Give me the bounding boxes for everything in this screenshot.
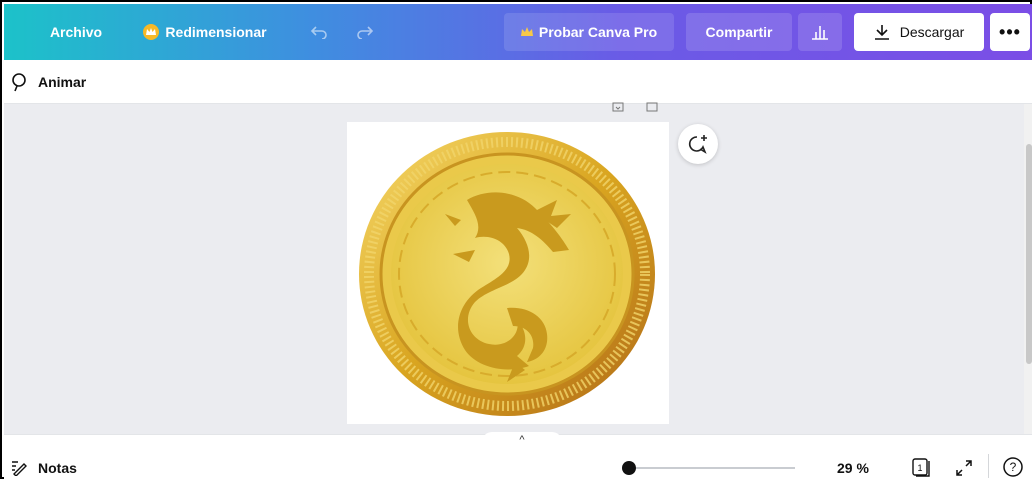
share-label: Compartir (705, 24, 773, 40)
help-icon[interactable]: ? (1002, 456, 1024, 478)
stats-button[interactable] (798, 13, 842, 51)
add-comment-button[interactable] (678, 124, 718, 164)
try-pro-button[interactable]: Probar Canva Pro (504, 13, 674, 51)
pages-icon[interactable]: 1 (911, 456, 933, 478)
zoom-value[interactable]: 29 % (837, 460, 869, 476)
stats-icon (812, 26, 828, 40)
crown-icon (143, 24, 160, 40)
collapse-pages-button[interactable]: ^ (482, 432, 562, 448)
more-icon: ••• (999, 21, 1021, 42)
svg-text:?: ? (1010, 460, 1017, 474)
zoom-slider-handle[interactable] (622, 461, 636, 475)
crown-icon (520, 27, 533, 36)
comment-add-icon (688, 135, 707, 154)
redo-icon (357, 26, 374, 39)
app-window: Archivo Redimensionar Probar Canva Pro C… (0, 0, 1032, 479)
scrollbar-thumb[interactable] (1026, 144, 1032, 364)
top-toolbar: Archivo Redimensionar Probar Canva Pro C… (4, 4, 1032, 60)
download-label: Descargar (899, 24, 965, 40)
undo-icon (310, 26, 327, 39)
animate-icon (12, 73, 26, 92)
context-toolbar: Animar (4, 60, 1032, 104)
vertical-scrollbar[interactable] (1024, 104, 1032, 434)
zoom-slider-track[interactable] (629, 467, 795, 469)
try-pro-label: Probar Canva Pro (538, 24, 658, 40)
chevron-up-icon: ^ (519, 434, 525, 446)
undo-button[interactable] (304, 13, 334, 51)
redo-button[interactable] (350, 13, 380, 51)
page-tools[interactable] (607, 102, 667, 114)
notes-icon (12, 461, 27, 476)
animate-button[interactable]: Animar (38, 74, 86, 90)
resize-label: Redimensionar (165, 24, 267, 40)
dragon-coin-image[interactable] (357, 130, 657, 418)
share-button[interactable]: Compartir (686, 13, 792, 51)
file-menu-button[interactable]: Archivo (40, 13, 112, 51)
expand-icon[interactable] (954, 458, 974, 478)
download-icon (874, 25, 889, 40)
resize-button[interactable]: Redimensionar (134, 13, 276, 51)
file-menu-label: Archivo (49, 24, 103, 40)
divider (988, 454, 989, 478)
page-count: 1 (917, 463, 922, 473)
notes-button[interactable]: Notas (38, 460, 77, 476)
download-button[interactable]: Descargar (854, 13, 984, 51)
more-button[interactable]: ••• (990, 13, 1030, 51)
